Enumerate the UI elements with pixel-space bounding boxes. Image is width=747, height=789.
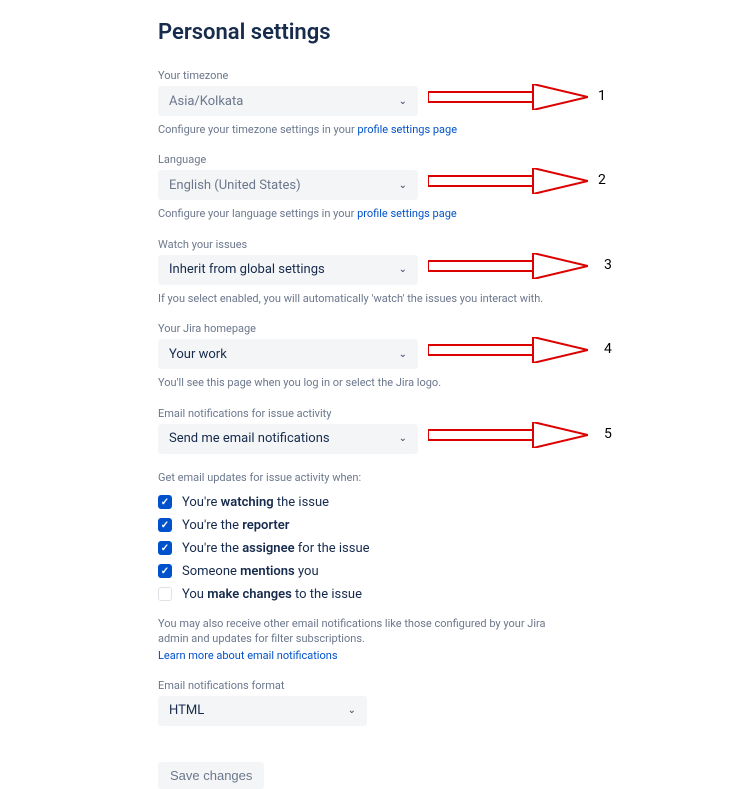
language-value: English (United States) <box>169 178 301 193</box>
chevron-down-icon: ⌄ <box>399 433 407 444</box>
homepage-help: You'll see this page when you log in or … <box>158 375 747 390</box>
chevron-down-icon: ⌄ <box>399 349 407 360</box>
language-label: Language <box>158 153 747 166</box>
annotation-arrow-5: 5 <box>428 422 588 448</box>
checkbox-1[interactable] <box>158 518 172 532</box>
timezone-profile-link[interactable]: profile settings page <box>357 123 457 136</box>
chevron-down-icon: ⌄ <box>399 180 407 191</box>
checkbox-4[interactable] <box>158 587 172 601</box>
checkbox-label-1: You're the reporter <box>182 518 289 533</box>
save-button[interactable]: Save changes <box>158 762 264 789</box>
homepage-label: Your Jira homepage <box>158 322 747 335</box>
checkbox-item-2: You're the assignee for the issue <box>158 537 747 560</box>
chevron-down-icon: ⌄ <box>348 705 356 716</box>
annotation-arrow-2: 2 <box>428 168 588 194</box>
email-notif-value: Send me email notifications <box>169 431 330 446</box>
annotation-arrow-3: 3 <box>428 253 588 279</box>
annotation-number-3: 3 <box>604 257 612 273</box>
watch-label: Watch your issues <box>158 238 747 251</box>
annotation-arrow-4: 4 <box>428 337 588 363</box>
chevron-down-icon: ⌄ <box>399 264 407 275</box>
format-select[interactable]: HTML ⌄ <box>158 696 367 726</box>
email-footer-text: You may also receive other email notific… <box>158 616 578 647</box>
timezone-label: Your timezone <box>158 69 747 82</box>
checkbox-2[interactable] <box>158 541 172 555</box>
homepage-value: Your work <box>169 347 227 362</box>
email-updates-intro: Get email updates for issue activity whe… <box>158 470 747 485</box>
timezone-help: Configure your timezone settings in your… <box>158 122 747 137</box>
timezone-value: Asia/Kolkata <box>169 94 243 109</box>
language-help: Configure your language settings in your… <box>158 206 747 221</box>
email-notif-select[interactable]: Send me email notifications ⌄ <box>158 424 418 454</box>
annotation-number-5: 5 <box>604 426 612 442</box>
annotation-arrow-1: 1 <box>428 84 588 110</box>
homepage-select[interactable]: Your work ⌄ <box>158 339 418 369</box>
watch-help: If you select enabled, you will automati… <box>158 291 747 306</box>
checkbox-item-4: You make changes to the issue <box>158 583 747 606</box>
format-value: HTML <box>169 703 204 718</box>
checkbox-item-0: You're watching the issue <box>158 491 747 514</box>
watch-select[interactable]: Inherit from global settings ⌄ <box>158 255 418 285</box>
language-profile-link[interactable]: profile settings page <box>357 207 457 220</box>
learn-more-link[interactable]: Learn more about email notifications <box>158 649 338 662</box>
checkbox-label-3: Someone mentions you <box>182 564 319 579</box>
watch-value: Inherit from global settings <box>169 262 325 277</box>
checkbox-3[interactable] <box>158 564 172 578</box>
checkbox-label-4: You make changes to the issue <box>182 587 362 602</box>
checkbox-label-2: You're the assignee for the issue <box>182 541 370 556</box>
annotation-number-4: 4 <box>604 341 612 357</box>
annotation-number-1: 1 <box>598 88 606 104</box>
email-notif-label: Email notifications for issue activity <box>158 407 747 420</box>
email-checkbox-list: You're watching the issue You're the repo… <box>158 491 747 606</box>
page-title: Personal settings <box>158 20 747 45</box>
checkbox-item-3: Someone mentions you <box>158 560 747 583</box>
checkbox-label-0: You're watching the issue <box>182 495 329 510</box>
timezone-select[interactable]: Asia/Kolkata ⌄ <box>158 86 418 116</box>
checkbox-0[interactable] <box>158 495 172 509</box>
chevron-down-icon: ⌄ <box>399 96 407 107</box>
annotation-number-2: 2 <box>598 172 606 188</box>
checkbox-item-1: You're the reporter <box>158 514 747 537</box>
language-select[interactable]: English (United States) ⌄ <box>158 170 418 200</box>
format-label: Email notifications format <box>158 679 747 692</box>
